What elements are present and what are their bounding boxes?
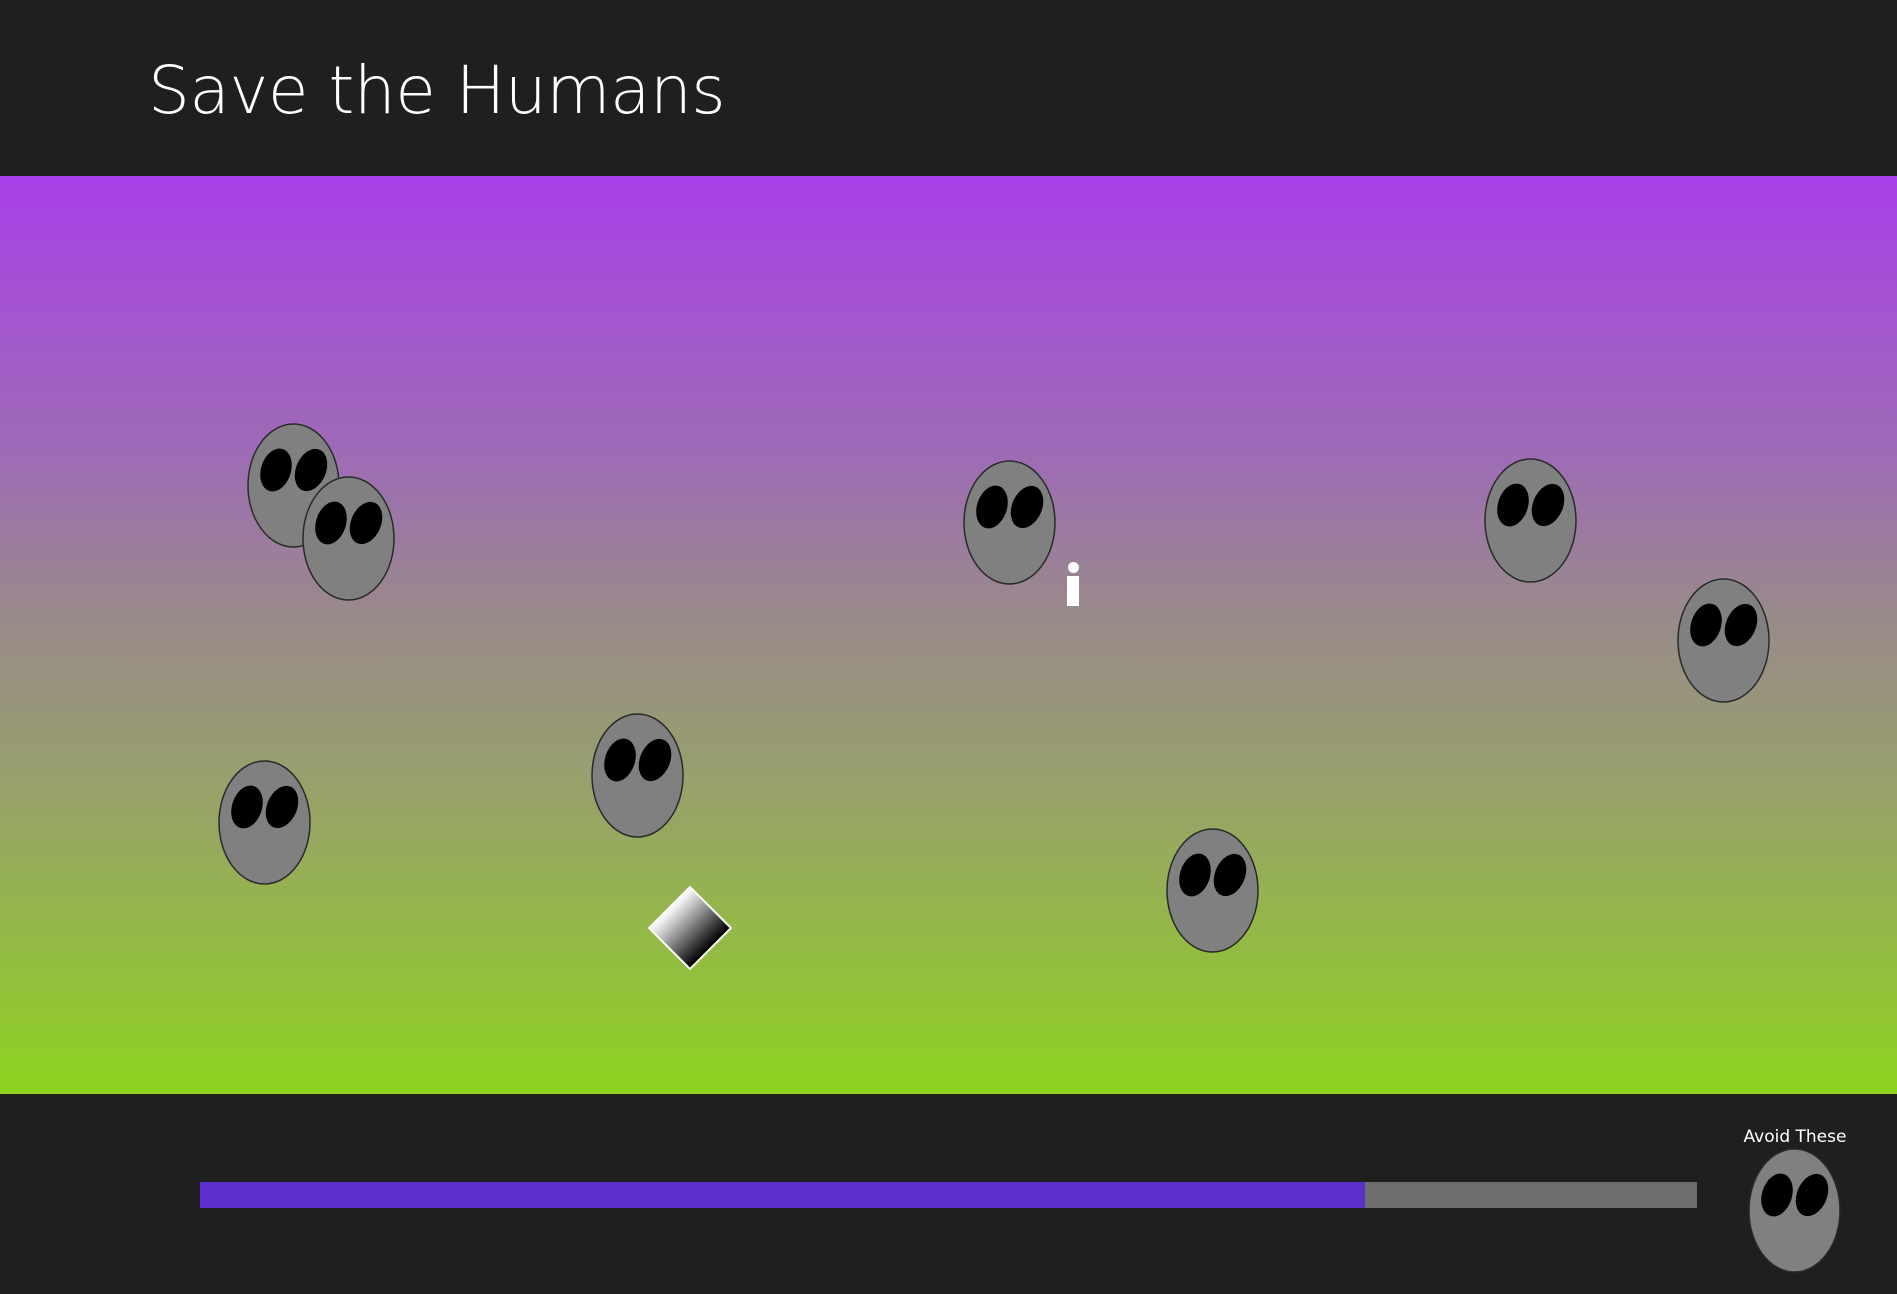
- human-icon[interactable]: [1066, 562, 1080, 606]
- play-area[interactable]: [0, 176, 1897, 1094]
- human-head: [1068, 562, 1079, 573]
- enemy-graphic: [1484, 458, 1577, 583]
- progress-bar: [200, 1182, 1697, 1208]
- enemy-legend: Avoid These: [1740, 1126, 1850, 1276]
- progress-fill: [200, 1182, 1365, 1208]
- game-header: Save the Humans: [0, 0, 1897, 176]
- enemy-icon: [1484, 458, 1577, 583]
- enemy-icon: [302, 476, 395, 601]
- game-app: Save the Humans Avoid These: [0, 0, 1897, 1294]
- target-portal-icon: [647, 885, 733, 971]
- human-body: [1067, 576, 1079, 606]
- enemy-icon: [591, 713, 684, 838]
- enemy-icon: [1677, 578, 1770, 703]
- enemy-graphic: [963, 460, 1056, 585]
- enemy-icon: [1166, 828, 1259, 953]
- legend-label: Avoid These: [1743, 1127, 1847, 1147]
- enemy-graphic: [302, 476, 395, 601]
- enemy-icon: [1748, 1148, 1841, 1273]
- enemy-icon: [963, 460, 1056, 585]
- enemy-graphic: [1748, 1148, 1841, 1273]
- page-title: Save the Humans: [148, 52, 726, 129]
- enemy-graphic: [1677, 578, 1770, 703]
- enemy-graphic: [218, 760, 311, 885]
- enemy-icon: [218, 760, 311, 885]
- game-footer: Avoid These: [0, 1094, 1897, 1294]
- enemy-graphic: [1166, 828, 1259, 953]
- enemy-graphic: [591, 713, 684, 838]
